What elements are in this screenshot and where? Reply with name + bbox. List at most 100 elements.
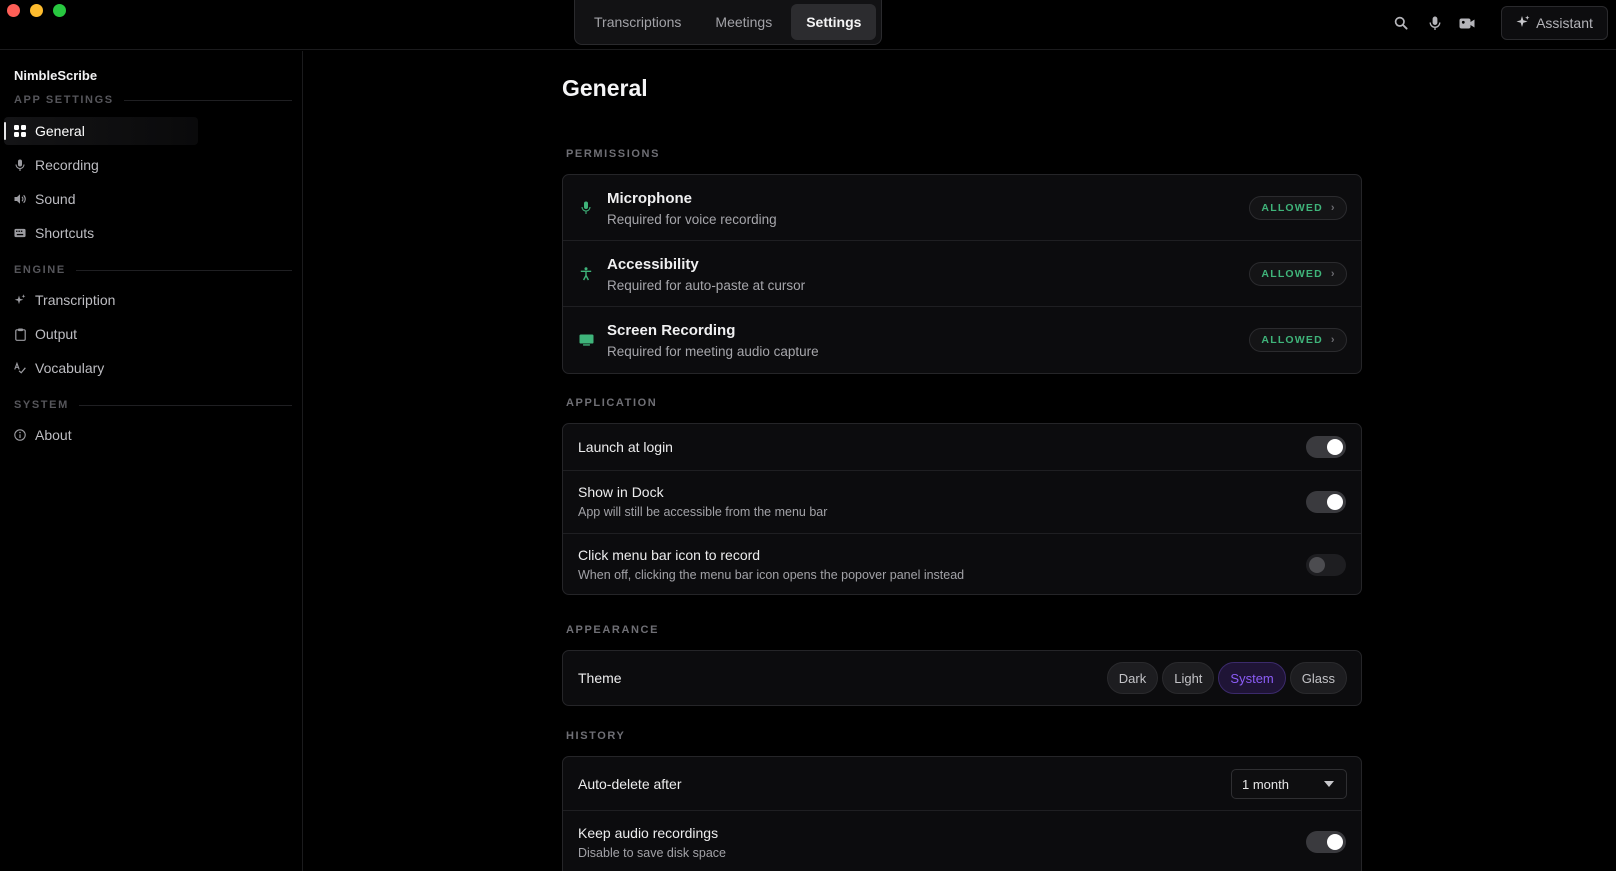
permission-subtitle: Required for auto-paste at cursor — [607, 278, 806, 293]
search-icon[interactable] — [1392, 14, 1410, 32]
permission-row-accessibility: Accessibility Required for auto-paste at… — [563, 241, 1361, 307]
setting-row-click-menu-bar: Click menu bar icon to record When off, … — [563, 534, 1361, 594]
theme-option-light[interactable]: Light — [1162, 662, 1215, 694]
sparkles-icon — [14, 294, 26, 306]
status-label: ALLOWED — [1261, 202, 1323, 214]
microphone-icon — [578, 200, 594, 216]
sidebar-item-label: Shortcuts — [35, 225, 95, 241]
theme-option-system[interactable]: System — [1218, 662, 1286, 694]
setting-row-keep-audio: Keep audio recordings Disable to save di… — [563, 811, 1361, 871]
setting-row-auto-delete: Auto-delete after 1 month — [563, 757, 1361, 811]
permissions-heading: PERMISSIONS — [566, 148, 661, 160]
sidebar-item-shortcuts[interactable]: Shortcuts — [4, 219, 198, 247]
sidebar: NimbleScribe APP SETTINGS General Record… — [0, 51, 303, 871]
history-heading: HISTORY — [566, 730, 626, 742]
application-heading: APPLICATION — [566, 397, 658, 409]
settings-content: General PERMISSIONS Microphone Required … — [304, 51, 1616, 871]
select-value: 1 month — [1242, 776, 1289, 792]
speaker-icon — [14, 193, 26, 205]
microphone-icon[interactable] — [1426, 14, 1444, 32]
main-tab-bar: Transcriptions Meetings Settings — [574, 0, 882, 45]
setting-title: Launch at login — [578, 439, 673, 455]
setting-subtitle: App will still be accessible from the me… — [578, 505, 828, 519]
sidebar-item-output[interactable]: Output — [4, 320, 198, 348]
setting-row-theme: Theme Dark Light System Glass — [563, 651, 1361, 705]
page-title: General — [562, 75, 648, 101]
auto-delete-select[interactable]: 1 month — [1231, 769, 1347, 799]
history-card: Auto-delete after 1 month Keep audio rec… — [562, 756, 1362, 871]
setting-row-launch-at-login: Launch at login — [563, 424, 1361, 471]
application-card: Launch at login Show in Dock App will st… — [562, 423, 1362, 595]
permission-subtitle: Required for meeting audio capture — [607, 344, 819, 359]
section-app-settings: APP SETTINGS — [14, 94, 292, 106]
grid-icon — [14, 125, 26, 137]
status-label: ALLOWED — [1261, 334, 1323, 346]
sidebar-item-label: Vocabulary — [35, 360, 105, 376]
permission-status-badge[interactable]: ALLOWED › — [1249, 328, 1347, 352]
section-title: SYSTEM — [14, 399, 69, 411]
sidebar-item-label: Recording — [35, 157, 99, 173]
permission-status-badge[interactable]: ALLOWED › — [1249, 196, 1347, 220]
assistant-label: Assistant — [1536, 15, 1593, 31]
theme-option-glass[interactable]: Glass — [1289, 662, 1347, 694]
sidebar-item-recording[interactable]: Recording — [4, 151, 198, 179]
video-camera-icon[interactable] — [1458, 14, 1476, 32]
sidebar-item-general[interactable]: General — [4, 117, 198, 145]
sidebar-item-label: Output — [35, 326, 78, 342]
setting-subtitle: Disable to save disk space — [578, 846, 726, 860]
launch-at-login-toggle[interactable] — [1306, 436, 1346, 458]
sidebar-item-about[interactable]: About — [4, 421, 198, 449]
close-window-button[interactable] — [7, 4, 20, 17]
tab-settings[interactable]: Settings — [791, 4, 877, 40]
show-in-dock-toggle[interactable] — [1306, 491, 1346, 513]
setting-title: Click menu bar icon to record — [578, 547, 761, 563]
sidebar-item-label: About — [35, 427, 72, 443]
zoom-window-button[interactable] — [53, 4, 66, 17]
app-name: NimbleScribe — [14, 68, 98, 83]
sidebar-item-sound[interactable]: Sound — [4, 185, 198, 213]
sidebar-item-label: Transcription — [35, 292, 116, 308]
status-label: ALLOWED — [1261, 268, 1323, 280]
section-engine: ENGINE — [14, 264, 292, 276]
screen-icon — [578, 332, 594, 348]
section-system: SYSTEM — [14, 399, 292, 411]
keep-audio-recordings-toggle[interactable] — [1306, 831, 1346, 853]
permission-title: Accessibility — [607, 256, 699, 273]
permission-title: Microphone — [607, 190, 692, 207]
chevron-right-icon: › — [1330, 334, 1335, 346]
title-bar: Transcriptions Meetings Settings Assista… — [0, 0, 1616, 50]
theme-selector: Dark Light System Glass — [1106, 662, 1347, 694]
appearance-card: Theme Dark Light System Glass — [562, 650, 1362, 706]
clipboard-icon — [14, 328, 26, 341]
tab-transcriptions[interactable]: Transcriptions — [579, 4, 696, 40]
sidebar-item-label: General — [35, 123, 85, 139]
click-menu-bar-icon-toggle[interactable] — [1306, 554, 1346, 576]
sidebar-item-transcription[interactable]: Transcription — [4, 286, 198, 314]
keyboard-icon — [14, 227, 26, 239]
permission-row-screen-recording: Screen Recording Required for meeting au… — [563, 307, 1361, 373]
setting-row-show-in-dock: Show in Dock App will still be accessibl… — [563, 471, 1361, 534]
spellcheck-icon — [14, 362, 26, 374]
minimize-window-button[interactable] — [30, 4, 43, 17]
chevron-right-icon: › — [1330, 202, 1335, 214]
setting-title: Show in Dock — [578, 484, 664, 500]
sparkles-icon — [1516, 15, 1530, 32]
tab-meetings[interactable]: Meetings — [700, 4, 787, 40]
permission-title: Screen Recording — [607, 322, 736, 339]
theme-option-dark[interactable]: Dark — [1106, 662, 1159, 694]
permission-status-badge[interactable]: ALLOWED › — [1249, 262, 1347, 286]
setting-title: Auto-delete after — [578, 776, 682, 792]
sidebar-item-vocabulary[interactable]: Vocabulary — [4, 354, 198, 382]
setting-title: Keep audio recordings — [578, 825, 719, 841]
info-icon — [14, 429, 26, 441]
sidebar-item-label: Sound — [35, 191, 76, 207]
section-title: ENGINE — [14, 264, 66, 276]
permissions-card: Microphone Required for voice recording … — [562, 174, 1362, 374]
caret-down-icon — [1324, 781, 1334, 787]
assistant-button[interactable]: Assistant — [1501, 6, 1608, 40]
permission-subtitle: Required for voice recording — [607, 212, 777, 227]
accessibility-icon — [578, 266, 594, 282]
appearance-heading: APPEARANCE — [566, 624, 660, 636]
permission-row-microphone: Microphone Required for voice recording … — [563, 175, 1361, 241]
setting-title: Theme — [578, 670, 622, 686]
